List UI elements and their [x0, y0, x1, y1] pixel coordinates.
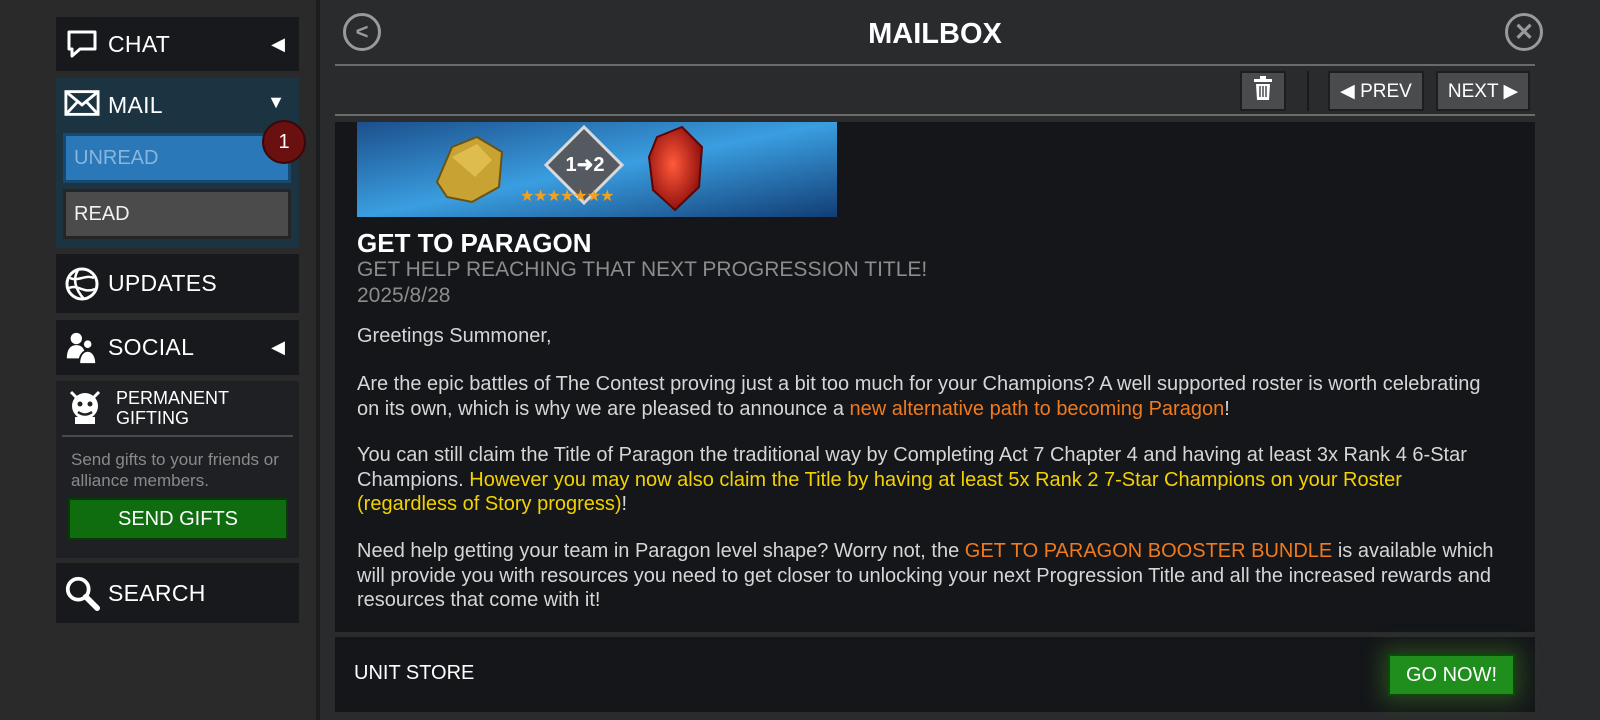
sidebar-item-label: CHAT	[108, 30, 171, 57]
header-divider	[335, 64, 1535, 66]
gifting-mascot-icon	[65, 386, 105, 426]
toolbar-separator	[1307, 71, 1309, 111]
send-gifts-button[interactable]: SEND GIFTS	[68, 498, 288, 540]
trash-icon	[1253, 76, 1273, 106]
paragraph-link[interactable]: new alternative path to becoming Paragon	[850, 398, 1225, 420]
mail-heading: GET TO PARAGON	[357, 228, 592, 258]
star-rating: ★★★★★★★	[520, 188, 614, 205]
sidebar-item-mail[interactable]: MAIL ▼	[56, 78, 299, 128]
message-banner: 1➜2 ★★★★★★★	[357, 122, 837, 217]
collapse-arrow-icon: ◀	[271, 33, 285, 54]
permanent-gifting-panel: PERMANENT GIFTING Send gifts to your fri…	[56, 381, 299, 558]
sidebar-item-label: SOCIAL	[108, 334, 195, 360]
people-icon	[64, 330, 100, 366]
back-arrow-icon: <	[355, 19, 369, 44]
collapse-arrow-icon: ◀	[271, 337, 285, 357]
paragraph-text: Need help getting your team in Paragon l…	[357, 540, 965, 562]
paragraph-1: Are the epic battles of The Contest prov…	[357, 372, 1497, 421]
sidebar-item-label: UPDATES	[108, 270, 218, 296]
sidebar: CHAT ◀ MAIL ▼ UNREAD READ 1 UPDATES SOCI…	[0, 0, 318, 720]
sidebar-item-chat[interactable]: CHAT ◀	[56, 17, 299, 71]
prev-button[interactable]: ◀ PREV	[1328, 71, 1424, 111]
rank-change-label: 1➜2	[565, 154, 605, 176]
sidebar-item-label: MAIL	[108, 92, 163, 118]
close-icon: ✕	[1513, 18, 1535, 46]
sidebar-item-updates[interactable]: UPDATES	[56, 254, 299, 313]
expand-arrow-icon: ▼	[267, 92, 285, 112]
globe-icon	[64, 266, 100, 302]
mail-subheading: GET HELP REACHING THAT NEXT PROGRESSION …	[357, 258, 928, 281]
back-button[interactable]: <	[343, 13, 381, 51]
greeting-text: Greetings Summoner,	[357, 325, 552, 347]
paragraph-highlight: However you may now also claim the Title…	[357, 468, 1402, 516]
paragraph-2: You can still claim the Title of Paragon…	[357, 443, 1497, 517]
paragraph-link[interactable]: GET TO PARAGON BOOSTER BUNDLE	[965, 540, 1333, 562]
toolbar-divider	[335, 114, 1535, 116]
sidebar-item-search[interactable]: SEARCH	[56, 563, 299, 623]
gifting-title: PERMANENT GIFTING	[116, 388, 229, 428]
unread-count-badge: 1	[262, 120, 306, 164]
page-title: MAILBOX	[868, 18, 1002, 50]
panel-divider	[316, 0, 320, 720]
mail-date: 2025/8/28	[357, 284, 451, 307]
message-body[interactable]: 1➜2 ★★★★★★★ GET TO PARAGON GET HELP REAC…	[335, 122, 1535, 632]
paragraph-3: Need help getting your team in Paragon l…	[357, 539, 1497, 613]
sidebar-item-social[interactable]: SOCIAL ◀	[56, 320, 299, 375]
next-button[interactable]: NEXT ▶	[1436, 71, 1530, 111]
footer-label: UNIT STORE	[354, 662, 475, 684]
envelope-icon	[64, 85, 100, 121]
sidebar-mail-group: MAIL ▼ UNREAD READ	[56, 78, 299, 248]
paragraph-text: !	[1224, 397, 1230, 420]
sidebar-item-label: SEARCH	[108, 579, 206, 606]
close-button[interactable]: ✕	[1505, 13, 1543, 51]
read-filter-button[interactable]: READ	[63, 189, 291, 239]
paragraph-text: !	[621, 493, 628, 515]
unread-filter-button[interactable]: UNREAD	[63, 133, 291, 183]
gifting-description: Send gifts to your friends or alliance m…	[71, 450, 279, 490]
gifting-divider	[62, 435, 293, 437]
magnifier-icon	[64, 575, 100, 611]
speech-bubble-icon	[64, 26, 100, 62]
message-footer: UNIT STORE GO NOW!	[335, 637, 1535, 712]
delete-button[interactable]	[1240, 71, 1286, 111]
go-now-button[interactable]: GO NOW!	[1388, 654, 1515, 696]
